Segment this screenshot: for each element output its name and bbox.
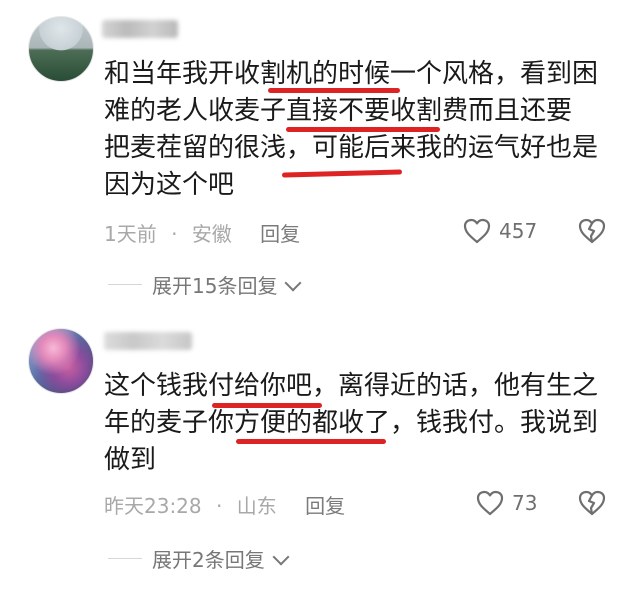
- divider-line: [108, 284, 142, 285]
- avatar[interactable]: [28, 16, 94, 82]
- red-underline: [236, 439, 386, 444]
- red-underline: [286, 127, 440, 132]
- reply-button[interactable]: 回复: [305, 494, 345, 518]
- timestamp: 昨天23:28: [104, 494, 202, 518]
- like-count: 73: [512, 491, 538, 515]
- comment-text-line: 这个钱我付给你吧，离得近的话，他有生之: [104, 371, 599, 401]
- heart-outline-icon: [463, 218, 491, 244]
- expand-replies-label: 展开15条回复: [152, 274, 278, 298]
- username-obscured: [104, 332, 192, 350]
- broken-heart-icon[interactable]: [578, 490, 606, 518]
- chevron-down-icon: [284, 274, 302, 291]
- comment-text-line: 难的老人收麦子直接不要收割费而且还要: [104, 96, 573, 126]
- location: 山东: [236, 494, 277, 518]
- red-underline: [212, 403, 322, 408]
- comment-text: 这个钱我付给你吧，离得近的话，他有生之 年的麦子你方便的都收了，钱我付。我说到 …: [104, 368, 616, 479]
- comment-1: 和当年我开收割机的时候一个风格，看到困 难的老人收麦子直接不要收割费而且还要 把…: [0, 0, 640, 310]
- comment-text-line: 做到: [104, 445, 157, 475]
- meta-separator: ·: [171, 222, 178, 246]
- chevron-down-icon: [272, 548, 290, 565]
- username-obscured: [102, 20, 178, 38]
- broken-heart-icon[interactable]: [578, 218, 606, 246]
- comment-meta: 昨天23:28 · 山东 回复: [104, 490, 353, 519]
- comment-text-line: 把麦茬留的很浅，可能后来我的运气好也是: [104, 133, 599, 163]
- reply-button[interactable]: 回复: [260, 222, 300, 246]
- like-button[interactable]: 73: [476, 490, 537, 516]
- expand-replies-label: 展开2条回复: [152, 548, 265, 572]
- like-button[interactable]: 457: [463, 218, 537, 244]
- comment-2: 这个钱我付给你吧，离得近的话，他有生之 年的麦子你方便的都收了，钱我付。我说到 …: [0, 310, 640, 591]
- expand-replies[interactable]: 展开2条回复: [108, 544, 290, 573]
- divider-line: [108, 558, 142, 559]
- comment-meta: 1天前 · 安徽 回复: [104, 218, 308, 247]
- like-count: 457: [499, 219, 538, 243]
- location: 安徽: [191, 222, 232, 246]
- meta-separator: ·: [216, 494, 223, 518]
- timestamp: 1天前: [104, 222, 157, 246]
- avatar[interactable]: [28, 328, 94, 394]
- heart-outline-icon: [476, 490, 504, 516]
- expand-replies[interactable]: 展开15条回复: [108, 270, 302, 299]
- comment-text-line: 年的麦子你方便的都收了，钱我付。我说到: [104, 408, 599, 438]
- red-underline: [268, 88, 400, 93]
